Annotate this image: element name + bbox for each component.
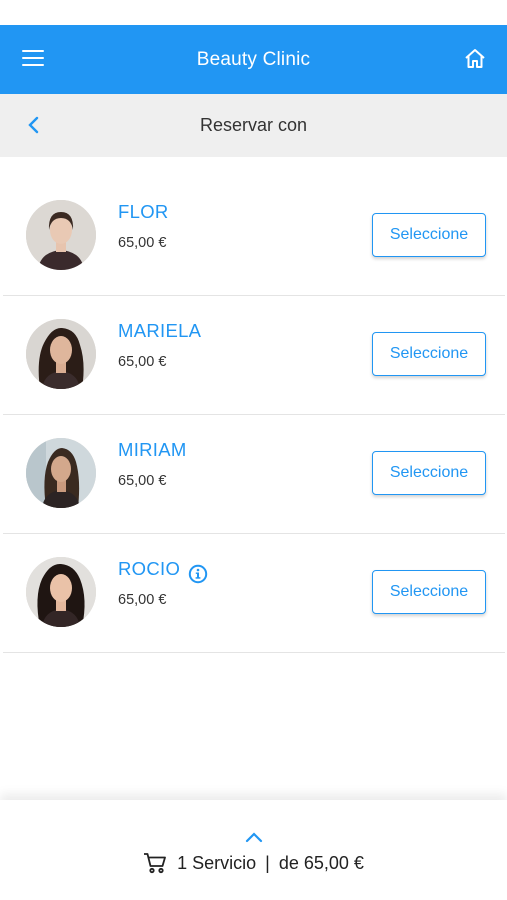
cart-separator: | [265, 852, 270, 873]
chevron-up-icon[interactable] [244, 830, 264, 844]
avatar-miriam [26, 438, 96, 508]
avatar-rocio [26, 557, 96, 627]
staff-name: MARIELA [118, 320, 202, 341]
staff-price: 65,00 € [118, 592, 167, 608]
chevron-left-icon[interactable] [24, 114, 44, 136]
cart-icon [144, 853, 166, 874]
avatar-mariela [26, 319, 96, 389]
sub-header: Reservar con [0, 94, 507, 157]
app-title: Beauty Clinic [196, 48, 311, 70]
status-bar-space [0, 0, 507, 25]
info-icon[interactable] [188, 564, 208, 584]
select-miriam-button[interactable]: Seleccione [372, 451, 486, 495]
hamburger-menu-icon[interactable] [22, 50, 44, 68]
staff-price: 65,00 € [118, 354, 167, 370]
cart-total: de 65,00 € [278, 852, 364, 873]
staff-row-flor: FLOR 65,00 € Seleccione [3, 177, 505, 296]
avatar-flor [26, 200, 96, 270]
sub-header-title: Reservar con [199, 115, 308, 135]
staff-row-rocio: ROCIO 65,00 € Seleccione [3, 534, 505, 653]
select-rocio-button[interactable]: Seleccione [372, 570, 486, 614]
staff-list: FLOR 65,00 € Seleccione MARIELA 65,00 € … [3, 177, 505, 653]
home-icon[interactable] [463, 47, 487, 71]
cart-services-count: 1 Servicio [177, 852, 257, 873]
staff-price: 65,00 € [118, 473, 167, 489]
select-flor-button[interactable]: Seleccione [372, 213, 486, 257]
staff-row-mariela: MARIELA 65,00 € Seleccione [3, 296, 505, 415]
staff-row-miriam: MIRIAM 65,00 € Seleccione [3, 415, 505, 534]
staff-name: ROCIO [118, 558, 181, 579]
staff-name: MIRIAM [118, 439, 187, 460]
app-bar: Beauty Clinic [0, 25, 507, 94]
select-mariela-button[interactable]: Seleccione [372, 332, 486, 376]
cart-footer: 1 Servicio | de 65,00 € [0, 800, 507, 900]
staff-name: FLOR [118, 201, 169, 222]
staff-price: 65,00 € [118, 235, 167, 251]
cart-summary[interactable]: 1 Servicio | de 65,00 € [0, 852, 507, 874]
